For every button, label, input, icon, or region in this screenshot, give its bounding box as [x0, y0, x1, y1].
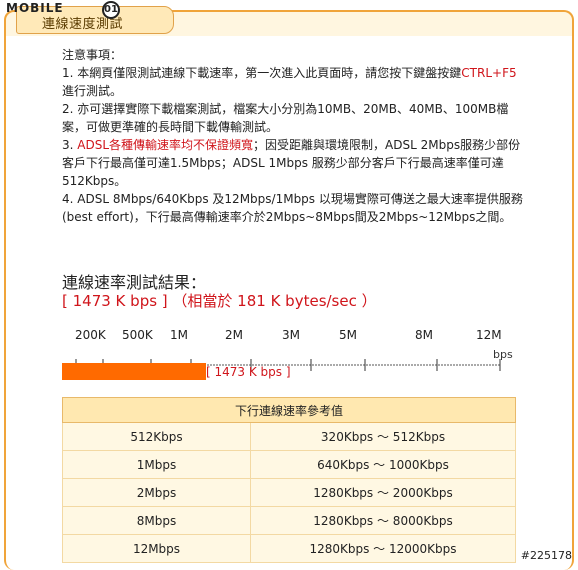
range-cell: 1280Kbps ～ 2000Kbps	[250, 478, 516, 507]
scale-label-1m: 1M	[170, 328, 188, 342]
range-cell: 1280Kbps ～ 12000Kbps	[250, 534, 516, 563]
logo-text: MOBILE	[6, 1, 64, 15]
scale-label-12m: 12M	[476, 328, 502, 342]
table-row: 12Mbps 1280Kbps ～ 12000Kbps	[62, 534, 516, 563]
reference-table-header: 下行連線速率參考值	[62, 397, 516, 423]
plan-cell: 8Mbps	[62, 506, 251, 535]
range-cell: 320Kbps ～ 512Kbps	[250, 422, 516, 451]
scale-label-2m: 2M	[225, 328, 243, 342]
note-1-text: 1. 本網頁僅限測試連線下載速率，第一次進入此頁面時，請您按下鍵盤按鍵	[62, 66, 462, 80]
plan-cell: 12Mbps	[62, 534, 251, 563]
note-item-3: 3. ADSL各種傳輸速率均不保證頻寬；因受距離與環境限制，ADSL 2Mbps…	[62, 136, 524, 190]
scale-label-8m: 8M	[415, 328, 433, 342]
table-row: 2Mbps 1280Kbps ～ 2000Kbps	[62, 478, 516, 507]
scale-unit: bps	[493, 348, 513, 361]
reference-table: 下行連線速率參考值 512Kbps 320Kbps ～ 512Kbps 1Mbp…	[62, 397, 516, 563]
table-row: 512Kbps 320Kbps ～ 512Kbps	[62, 422, 516, 451]
plan-cell: 512Kbps	[62, 422, 251, 451]
logo-mark-icon: 01	[102, 1, 120, 19]
scale-label-5m: 5M	[339, 328, 357, 342]
speed-bar	[62, 363, 206, 380]
note-1-suffix: 進行測試。	[62, 84, 123, 98]
plan-cell: 2Mbps	[62, 478, 251, 507]
notes-section: 注意事項： 1. 本網頁僅限測試連線下載速率，第一次進入此頁面時，請您按下鍵盤按…	[62, 46, 524, 226]
range-cell: 640Kbps ～ 1000Kbps	[250, 450, 516, 479]
scale-label-3m: 3M	[282, 328, 300, 342]
speed-bar-label: [ 1473 K bps ]	[206, 365, 291, 379]
watermark: #225178	[520, 549, 572, 562]
notes-heading: 注意事項：	[62, 48, 123, 62]
note-item-1: 1. 本網頁僅限測試連線下載速率，第一次進入此頁面時，請您按下鍵盤按鍵CTRL+…	[62, 64, 524, 100]
range-cell: 1280Kbps ～ 8000Kbps	[250, 506, 516, 535]
note-1-shortcut: CTRL+F5	[461, 66, 517, 80]
table-row: 8Mbps 1280Kbps ～ 8000Kbps	[62, 506, 516, 535]
note-item-4: 4. ADSL 8Mbps/640Kbps 及12Mbps/1Mbps 以現場實…	[62, 192, 523, 224]
scale-label-500k: 500K	[122, 328, 153, 342]
plan-cell: 1Mbps	[62, 450, 251, 479]
note-3-prefix: 3.	[62, 138, 78, 152]
note-item-2: 2. 亦可選擇實際下載檔案測試，檔案大小分別為10MB、20MB、40MB、10…	[62, 102, 509, 134]
table-row: 1Mbps 640Kbps ～ 1000Kbps	[62, 450, 516, 479]
result-value: [ 1473 K bps ] （相當於 181 K bytes/sec ）	[62, 292, 377, 310]
scale-label-200k: 200K	[75, 328, 106, 342]
note-3-warning: ADSL各種傳輸速率均不保證頻寬	[77, 138, 254, 152]
